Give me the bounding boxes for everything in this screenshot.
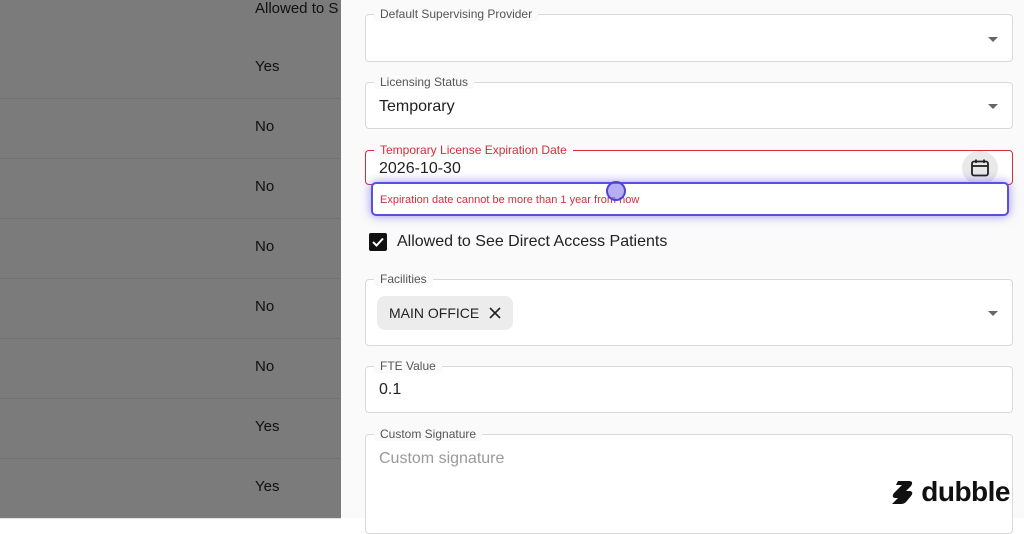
close-icon [489, 307, 501, 319]
field-value: 2026-10-30 [379, 160, 461, 177]
field-value: Temporary [379, 98, 455, 115]
chevron-down-icon [988, 311, 998, 316]
field-label: Custom Signature [374, 427, 483, 441]
brand-logo: dubble [889, 476, 1010, 508]
direct-access-checkbox-row[interactable]: Allowed to See Direct Access Patients [369, 233, 667, 251]
chip-label: MAIN OFFICE [389, 305, 480, 321]
cursor-indicator [606, 181, 626, 201]
expiration-date-input[interactable]: Temporary License Expiration Date 2026-1… [365, 143, 1013, 185]
facilities-select[interactable]: Facilities MAIN OFFICE [365, 272, 1013, 346]
calendar-icon [971, 159, 989, 177]
field-value: 0.1 [379, 381, 402, 398]
error-text: Expiration date cannot be more than 1 ye… [380, 194, 640, 206]
chevron-down-icon [988, 37, 998, 42]
error-message: Expiration date cannot be more than 1 ye… [371, 182, 1009, 216]
supervising-provider-select[interactable]: Default Supervising Provider [365, 7, 1013, 62]
field-placeholder: Custom signature [379, 450, 505, 467]
direct-access-checkbox[interactable] [369, 233, 387, 251]
chevron-down-icon [988, 104, 998, 109]
chip-remove-button[interactable] [489, 307, 501, 319]
field-label: Default Supervising Provider [374, 7, 539, 21]
licensing-status-select[interactable]: Licensing Status Temporary [365, 75, 1013, 129]
field-label: Temporary License Expiration Date [374, 143, 573, 157]
fte-value-input[interactable]: FTE Value 0.1 [365, 359, 1013, 413]
field-label: Facilities [374, 272, 433, 286]
field-label: Licensing Status [374, 75, 475, 89]
check-icon [372, 237, 384, 247]
checkbox-label: Allowed to See Direct Access Patients [397, 233, 668, 250]
field-label: FTE Value [374, 359, 442, 373]
calendar-button[interactable] [962, 151, 998, 185]
provider-edit-drawer: Default Supervising Provider Licensing S… [341, 0, 1024, 534]
dubble-logo-icon [892, 481, 913, 504]
facility-chip: MAIN OFFICE [377, 296, 514, 330]
brand-name: dubble [921, 476, 1010, 507]
modal-backdrop[interactable] [0, 0, 341, 518]
